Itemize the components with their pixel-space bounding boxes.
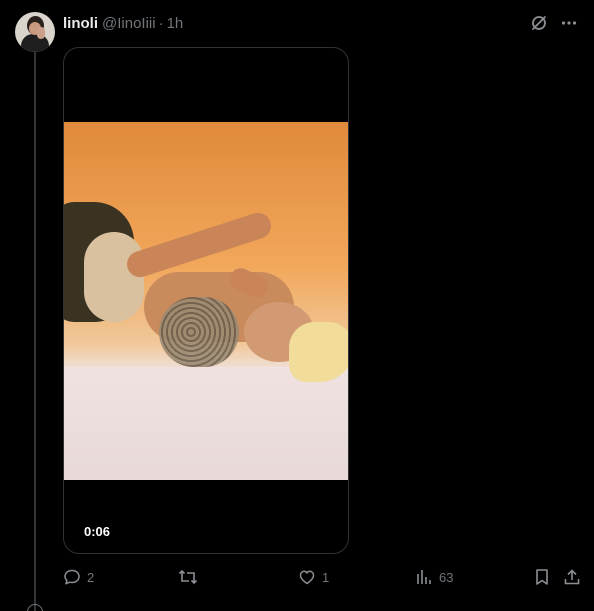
header-actions (528, 12, 580, 34)
video-frame (64, 122, 348, 480)
bookmark-button[interactable] (533, 565, 551, 589)
video-duration: 0:06 (84, 524, 111, 539)
views-count: 63 (439, 569, 454, 585)
repost-button[interactable] (178, 565, 204, 589)
video-ruffle (84, 232, 144, 322)
video-floor (64, 367, 348, 480)
separator-dot: · (158, 14, 164, 32)
video-arm (123, 209, 275, 281)
post[interactable]: linoli @IinoIiii · 1h 0:06 2 1 63 (0, 0, 594, 611)
avatar-arm (37, 27, 45, 39)
avatar-body (21, 34, 49, 52)
views-bar-icon (417, 570, 431, 584)
like-button[interactable]: 1 (298, 565, 329, 589)
grok-slash-icon[interactable] (528, 12, 550, 34)
post-actions: 2 1 63 (63, 565, 583, 589)
views-button[interactable]: 63 (415, 565, 453, 589)
like-count: 1 (322, 569, 330, 585)
user-handle[interactable]: @IinoIiii (102, 15, 156, 32)
display-name[interactable]: linoli (63, 15, 98, 32)
avatar[interactable] (15, 12, 55, 52)
reply-icon (64, 569, 80, 585)
share-icon (564, 569, 580, 585)
thread-line (34, 52, 36, 611)
bookmark-icon (536, 569, 548, 585)
repost-icon (178, 569, 198, 585)
reply-button[interactable]: 2 (63, 565, 94, 589)
share-button[interactable] (563, 565, 581, 589)
heart-icon (299, 570, 315, 585)
next-post-avatar-edge (27, 604, 43, 611)
post-header: linoli @IinoIiii · 1h (63, 14, 183, 32)
video-player[interactable]: 0:06 (63, 47, 349, 554)
post-time[interactable]: 1h (167, 15, 184, 32)
video-hair (289, 322, 348, 382)
more-dots-icon[interactable] (558, 12, 580, 34)
video-chain-top (159, 297, 239, 367)
reply-count: 2 (87, 569, 95, 585)
